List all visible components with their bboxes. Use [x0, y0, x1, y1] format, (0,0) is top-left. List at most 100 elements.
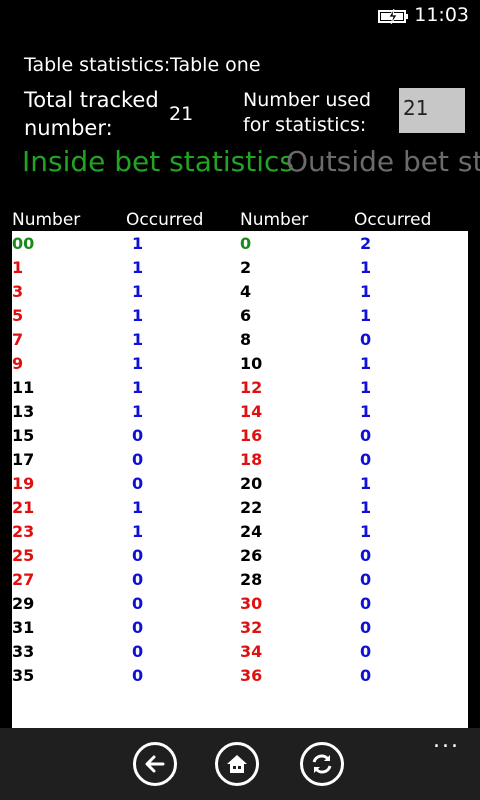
battery-charging-icon — [378, 9, 408, 24]
number-cell: 1 — [12, 258, 24, 277]
occurred-cell: 0 — [360, 618, 372, 637]
table-row: 9 1 10 1 — [12, 351, 468, 375]
column-header-number: Number — [240, 210, 309, 230]
number-cell: 8 — [240, 330, 252, 349]
number-cell: 20 — [240, 474, 263, 493]
occurred-cell: 1 — [360, 282, 372, 301]
number-cell: 00 — [12, 234, 35, 253]
table-row: 00 1 0 2 — [12, 231, 468, 255]
occurred-cell: 0 — [132, 570, 144, 589]
occurred-cell: 0 — [132, 450, 144, 469]
number-cell: 7 — [12, 330, 24, 349]
number-cell: 4 — [240, 282, 252, 301]
number-cell: 22 — [240, 498, 263, 517]
number-cell: 27 — [12, 570, 35, 589]
number-cell: 16 — [240, 426, 263, 445]
number-cell: 32 — [240, 618, 263, 637]
occurred-cell: 0 — [360, 450, 372, 469]
number-cell: 17 — [12, 450, 35, 469]
occurred-cell: 0 — [132, 546, 144, 565]
occurred-cell: 1 — [132, 402, 144, 421]
table-row: 23 1 24 1 — [12, 519, 468, 543]
number-used-input[interactable]: 21 — [399, 88, 465, 133]
total-tracked-label: Total tracked number: — [24, 88, 159, 140]
occurred-cell: 1 — [132, 234, 144, 253]
table-row: 15 0 16 0 — [12, 423, 468, 447]
number-cell: 25 — [12, 546, 35, 565]
number-cell: 5 — [12, 306, 24, 325]
occurred-cell: 1 — [360, 474, 372, 493]
occurred-cell: 1 — [360, 258, 372, 277]
column-header-number: Number — [12, 210, 81, 230]
occurred-cell: 1 — [360, 402, 372, 421]
refresh-icon — [312, 754, 332, 774]
table-row: 17 0 18 0 — [12, 447, 468, 471]
occurred-cell: 1 — [132, 354, 144, 373]
occurred-cell: 0 — [360, 426, 372, 445]
number-cell: 14 — [240, 402, 263, 421]
occurred-cell: 1 — [132, 330, 144, 349]
tab-inside-bet-statistics[interactable]: Inside bet statistics — [22, 144, 294, 180]
more-menu-button[interactable]: ... — [433, 730, 460, 752]
occurred-cell: 0 — [360, 330, 372, 349]
number-cell: 28 — [240, 570, 263, 589]
number-cell: 9 — [12, 354, 24, 373]
occurred-cell: 1 — [132, 306, 144, 325]
number-cell: 36 — [240, 666, 263, 685]
number-cell: 15 — [12, 426, 35, 445]
number-cell: 29 — [12, 594, 35, 613]
number-cell: 12 — [240, 378, 263, 397]
back-button[interactable] — [133, 742, 177, 786]
number-cell: 3 — [12, 282, 24, 301]
table-row: 19 0 20 1 — [12, 471, 468, 495]
column-header-occurred: Occurred — [126, 210, 204, 230]
table-row: 3 1 4 1 — [12, 279, 468, 303]
occurred-cell: 1 — [132, 498, 144, 517]
table-row: 29 0 30 0 — [12, 591, 468, 615]
occurred-cell: 0 — [132, 594, 144, 613]
table-row: 25 0 26 0 — [12, 543, 468, 567]
occurred-cell: 0 — [360, 594, 372, 613]
occurred-cell: 0 — [360, 666, 372, 685]
home-button[interactable] — [215, 742, 259, 786]
number-cell: 33 — [12, 642, 35, 661]
number-cell: 2 — [240, 258, 252, 277]
total-tracked-value: 21 — [169, 103, 194, 125]
occurred-cell: 1 — [132, 378, 144, 397]
tab-outside-bet-statistics[interactable]: Outside bet statistics — [286, 144, 480, 180]
status-bar: 11:03 — [0, 0, 480, 32]
number-cell: 26 — [240, 546, 263, 565]
statistics-table[interactable]: 00 1 0 2 1 1 2 1 3 1 4 1 5 1 6 1 7 1 8 0 9 1 10 1 11 1 12 1 13 1 14 1 15… — [12, 231, 468, 728]
occurred-cell: 0 — [360, 570, 372, 589]
number-cell: 24 — [240, 522, 263, 541]
occurred-cell: 1 — [360, 354, 372, 373]
clock: 11:03 — [414, 4, 469, 26]
table-row: 33 0 34 0 — [12, 639, 468, 663]
number-cell: 23 — [12, 522, 35, 541]
table-row: 35 0 36 0 — [12, 663, 468, 687]
number-cell: 6 — [240, 306, 252, 325]
occurred-cell: 0 — [360, 642, 372, 661]
occurred-cell: 2 — [360, 234, 372, 253]
number-cell: 13 — [12, 402, 35, 421]
table-row: 7 1 8 0 — [12, 327, 468, 351]
number-cell: 31 — [12, 618, 35, 637]
number-cell: 21 — [12, 498, 35, 517]
number-cell: 0 — [240, 234, 252, 253]
number-cell: 35 — [12, 666, 35, 685]
app-bar: ... — [0, 728, 480, 800]
table-statistics-label: Table statistics: — [24, 54, 171, 76]
home-icon — [227, 755, 247, 773]
table-row: 27 0 28 0 — [12, 567, 468, 591]
pivot-header: Inside bet statistics Outside bet statis… — [0, 144, 480, 180]
number-cell: 19 — [12, 474, 35, 493]
table-row: 5 1 6 1 — [12, 303, 468, 327]
refresh-button[interactable] — [300, 742, 344, 786]
table-name: Table one — [170, 54, 261, 76]
column-header-occurred: Occurred — [354, 210, 432, 230]
number-cell: 11 — [12, 378, 35, 397]
occurred-cell: 1 — [132, 282, 144, 301]
number-cell: 30 — [240, 594, 263, 613]
occurred-cell: 0 — [360, 546, 372, 565]
occurred-cell: 0 — [132, 426, 144, 445]
